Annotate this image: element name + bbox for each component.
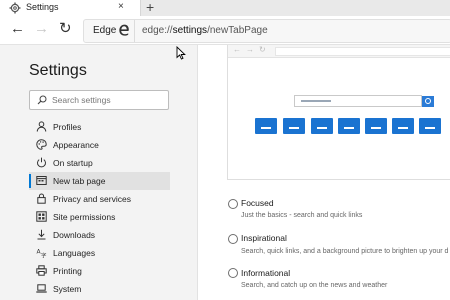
preview-refresh-icon: ↻ [259,45,266,54]
new-tab-preview: ← → ↻ [227,45,450,180]
refresh-button[interactable]: ↻ [59,20,72,38]
power-icon [37,157,46,168]
palette-icon [36,139,47,150]
tab-strip: Settings × + [0,0,450,16]
new-tab-settings-content: ← → ↻ Focused Just the basics - search a… [198,45,450,300]
tab-settings[interactable]: Settings × [0,0,141,16]
newtab-icon [36,176,47,185]
mouse-cursor-icon [176,46,186,60]
preview-quick-link [311,118,333,134]
preview-search-text [301,100,331,102]
preview-quick-link [392,118,414,134]
gear-icon [9,2,21,14]
preview-quick-link [365,118,387,134]
sidebar-item-label: Appearance [53,140,99,150]
preview-forward-icon: → [246,45,254,54]
preview-quick-link [283,118,305,134]
sidebar-item-label: On startup [53,158,93,168]
sidebar-item-profiles[interactable]: Profiles [29,118,170,136]
lock-icon [37,193,46,204]
sidebar-item-label: Downloads [53,230,96,240]
radio-focused[interactable] [228,199,238,209]
preview-search-box [294,95,434,107]
preview-address-bar [275,47,450,56]
sidebar-item-label: System [53,284,82,294]
preview-quick-link [419,118,441,134]
sidebar-item-privacy[interactable]: Privacy and services [29,190,170,208]
person-icon [36,121,47,132]
sidebar-item-label: Site permissions [53,212,116,222]
search-input[interactable]: Search settings [29,90,169,110]
preview-search-icon [422,96,434,107]
preview-back-icon: ← [233,45,241,54]
close-tab-icon[interactable]: × [118,1,124,12]
sidebar-item-label: Languages [53,248,96,258]
preview-quick-link [255,118,277,134]
option-desc-focused: Just the basics - search and quick links [241,212,363,219]
option-desc-inspirational: Search, quick links, and a background pi… [241,248,449,255]
forward-button[interactable]: → [34,20,49,38]
toolbar: ← → ↻ Edge edge://settings/newTabPage [0,16,450,45]
language-icon: A字 [37,249,48,259]
preview-quick-link [338,118,360,134]
site-identity-chip[interactable]: Edge [84,20,135,42]
preview-toolbar: ← → ↻ [228,45,450,58]
printer-icon [36,265,47,276]
sidebar-item-label: Printing [53,266,82,276]
search-placeholder: Search settings [52,95,111,105]
sidebar-item-printing[interactable]: Printing [29,262,170,280]
sidebar-item-label: New tab page [53,176,106,186]
option-title-inspirational[interactable]: Inspirational [241,233,287,243]
sidebar-item-label: Profiles [53,122,82,132]
radio-inspirational[interactable] [228,234,238,244]
url-text[interactable]: edge://settings/newTabPage [142,25,268,36]
sidebar-item-system[interactable]: System [29,280,170,298]
option-title-focused[interactable]: Focused [241,198,274,208]
back-button[interactable]: ← [10,20,25,38]
sidebar-item-label: Privacy and services [53,194,131,204]
search-icon [37,95,47,105]
svg-text:字: 字 [41,252,47,259]
edge-logo-icon [119,24,129,36]
radio-informational[interactable] [228,268,238,278]
option-title-informational[interactable]: Informational [241,268,290,278]
edge-label: Edge [93,25,117,36]
sidebar-item-appearance[interactable]: Appearance [29,136,170,154]
sidebar-item-on-startup[interactable]: On startup [29,154,170,172]
grid-icon [36,211,47,222]
new-tab-button[interactable]: + [146,0,154,15]
sidebar-item-downloads[interactable]: Downloads [29,226,170,244]
laptop-icon [36,284,47,293]
address-bar[interactable]: Edge edge://settings/newTabPage [83,19,450,43]
tab-title: Settings [26,2,59,12]
page-title: Settings [29,62,87,79]
download-icon [37,229,46,240]
option-desc-informational: Search, and catch up on the news and wea… [241,282,388,289]
sidebar-item-languages[interactable]: A字 Languages [29,244,170,262]
sidebar-item-site-permissions[interactable]: Site permissions [29,208,170,226]
sidebar-item-new-tab-page[interactable]: New tab page [29,172,170,190]
settings-sidebar: Settings Search settings Profiles Appear… [0,45,198,300]
